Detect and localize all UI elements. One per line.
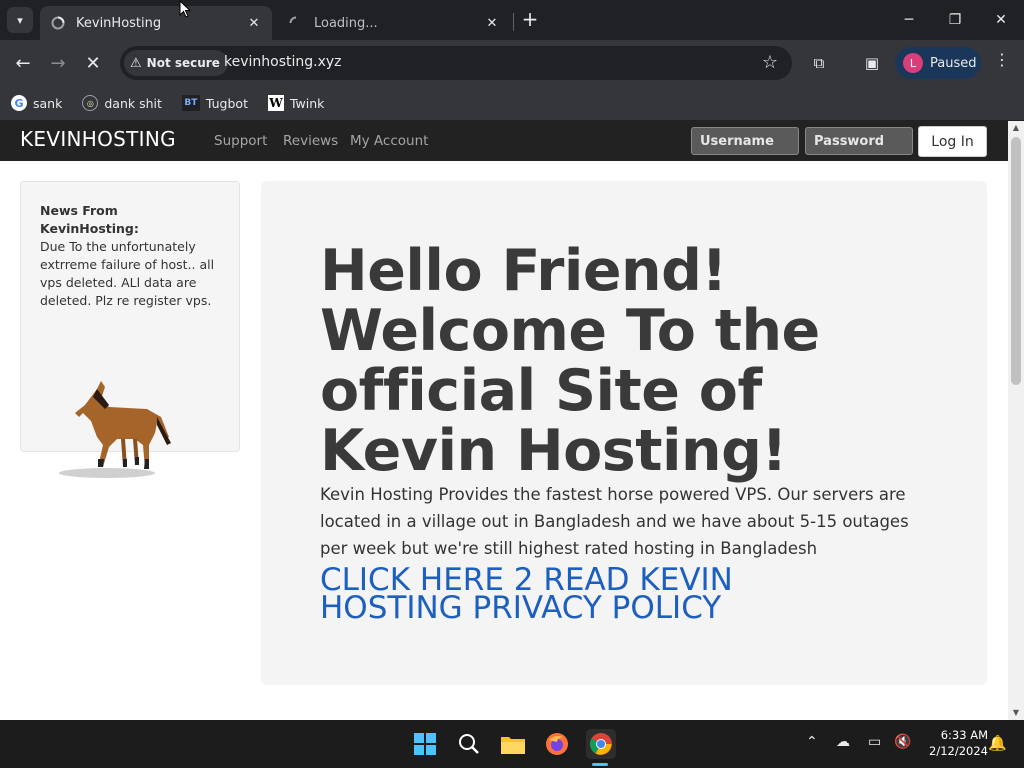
bookmark-dank-shit[interactable]: ◎ dank shit (82, 95, 162, 111)
system-clock[interactable]: 6:33 AM 2/12/2024 (916, 727, 988, 759)
firefox-icon[interactable] (542, 729, 572, 759)
bookmark-tugbot[interactable]: BT Tugbot (181, 95, 248, 111)
taskbar: ⌃ ☁ ▭ 🔇 6:33 AM 2/12/2024 🔔 (0, 720, 1024, 768)
bookmark-label: Tugbot (205, 95, 248, 111)
nav-reviews[interactable]: Reviews (283, 133, 338, 149)
back-button[interactable]: ← (8, 48, 38, 78)
chevron-down-icon: ▾ (17, 13, 23, 27)
browser-toolbar: ← → ✕ ⚠ Not secure kevinhosting.xyz ☆ ⧉ … (0, 40, 1024, 86)
forward-button[interactable]: → (43, 48, 73, 78)
close-window-button[interactable]: ✕ (978, 0, 1024, 40)
tab-loading[interactable]: Loading... ✕ (278, 6, 510, 40)
password-field[interactable]: Password (805, 127, 913, 155)
search-icon[interactable] (454, 729, 484, 759)
login-button[interactable]: Log In (918, 126, 987, 157)
privacy-policy-link[interactable]: CLICK HERE 2 READ KEVIN HOSTING PRIVACY … (320, 565, 880, 624)
security-chip[interactable]: ⚠ Not secure (124, 50, 228, 76)
news-heading: News From KevinHosting: (40, 203, 139, 236)
avatar: L (903, 53, 923, 73)
dank-icon: ◎ (82, 95, 99, 111)
hero-title: Hello Friend! Welcome To the official Si… (320, 238, 820, 484)
arrow-right-icon: → (50, 52, 66, 74)
username-field[interactable]: Username (691, 127, 799, 155)
star-icon[interactable]: ☆ (762, 52, 778, 73)
close-icon[interactable]: ✕ (484, 15, 500, 31)
scroll-down-icon[interactable]: ▼ (1008, 706, 1024, 720)
address-bar[interactable]: ⚠ Not secure kevinhosting.xyz ☆ (120, 46, 792, 80)
close-icon[interactable]: ✕ (246, 15, 262, 31)
loading-spinner-icon (288, 15, 304, 31)
profile-status: Paused (930, 55, 977, 71)
bookmark-label: sank (33, 95, 63, 111)
more-menu-icon[interactable]: ⋮ (990, 50, 1014, 69)
bookmark-twink[interactable]: W Twink (267, 95, 325, 111)
tab-title: Loading... (314, 15, 378, 31)
arrow-left-icon: ← (15, 52, 31, 74)
news-panel: News From KevinHosting: Due To the unfor… (20, 181, 240, 478)
onedrive-icon[interactable]: ☁ (836, 734, 850, 750)
hero-text: Kevin Hosting Provides the fastest horse… (320, 485, 909, 558)
scroll-up-icon[interactable]: ▲ (1008, 121, 1024, 135)
nav-support[interactable]: Support (214, 133, 267, 149)
side-panel-icon[interactable]: ▣ (859, 50, 885, 76)
bookmarks-bar: G sank ◎ dank shit BT Tugbot W Twink (0, 86, 1024, 120)
bookmark-label: Twink (289, 95, 325, 111)
chrome-icon[interactable] (586, 729, 616, 759)
security-label: Not secure (146, 56, 220, 70)
bookmark-sank[interactable]: G sank (11, 95, 62, 111)
new-tab-button[interactable]: + (519, 9, 541, 31)
restore-button[interactable]: ❐ (932, 0, 978, 40)
notification-bell-icon[interactable]: 🔔 (988, 734, 1007, 752)
stop-button[interactable]: ✕ (78, 48, 108, 78)
chevron-up-icon[interactable]: ⌃ (806, 734, 818, 750)
minimize-button[interactable]: ─ (886, 0, 932, 40)
scrollbar-thumb[interactable] (1011, 137, 1021, 385)
file-explorer-icon[interactable] (498, 729, 528, 759)
google-icon: G (11, 95, 27, 111)
profile-button[interactable]: L Paused (895, 47, 981, 79)
clock-date: 2/12/2024 (929, 744, 988, 758)
tab-separator (513, 13, 514, 31)
active-app-indicator (592, 763, 608, 766)
extensions-icon[interactable]: ⧉ (806, 50, 832, 76)
site-brand[interactable]: KEVINHOSTING (20, 127, 176, 151)
tab-search-button[interactable]: ▾ (7, 7, 33, 33)
scrollbar[interactable]: ▲ ▼ (1008, 121, 1024, 720)
start-icon[interactable] (410, 729, 440, 759)
tab-kevinhosting[interactable]: KevinHosting ✕ (40, 6, 272, 40)
tab-strip: ▾ KevinHosting ✕ Loading... ✕ + ─ ❐ ✕ (0, 0, 1024, 40)
loading-spinner-icon (50, 15, 66, 31)
network-icon[interactable]: ▭ (868, 734, 881, 750)
hero-jumbotron: Hello Friend! Welcome To the official Si… (261, 181, 987, 685)
bt-icon: BT (181, 95, 200, 111)
nav-my-account[interactable]: My Account (350, 133, 428, 149)
news-body: Due To the unfortunately extrreme failur… (40, 239, 215, 308)
close-icon: ✕ (85, 52, 101, 74)
warning-icon: ⚠ (130, 55, 142, 71)
volume-muted-icon[interactable]: 🔇 (894, 734, 911, 750)
horse-image (59, 381, 171, 478)
bookmark-label: dank shit (104, 95, 162, 111)
w-icon: W (267, 95, 284, 111)
clock-time: 6:33 AM (940, 728, 988, 742)
tab-title: KevinHosting (76, 15, 162, 31)
url-text[interactable]: kevinhosting.xyz (224, 54, 342, 70)
mouse-cursor-icon (179, 0, 191, 18)
site-navbar: KEVINHOSTING Support Reviews My Account … (0, 121, 1008, 161)
page-viewport: KEVINHOSTING Support Reviews My Account … (0, 121, 1024, 720)
